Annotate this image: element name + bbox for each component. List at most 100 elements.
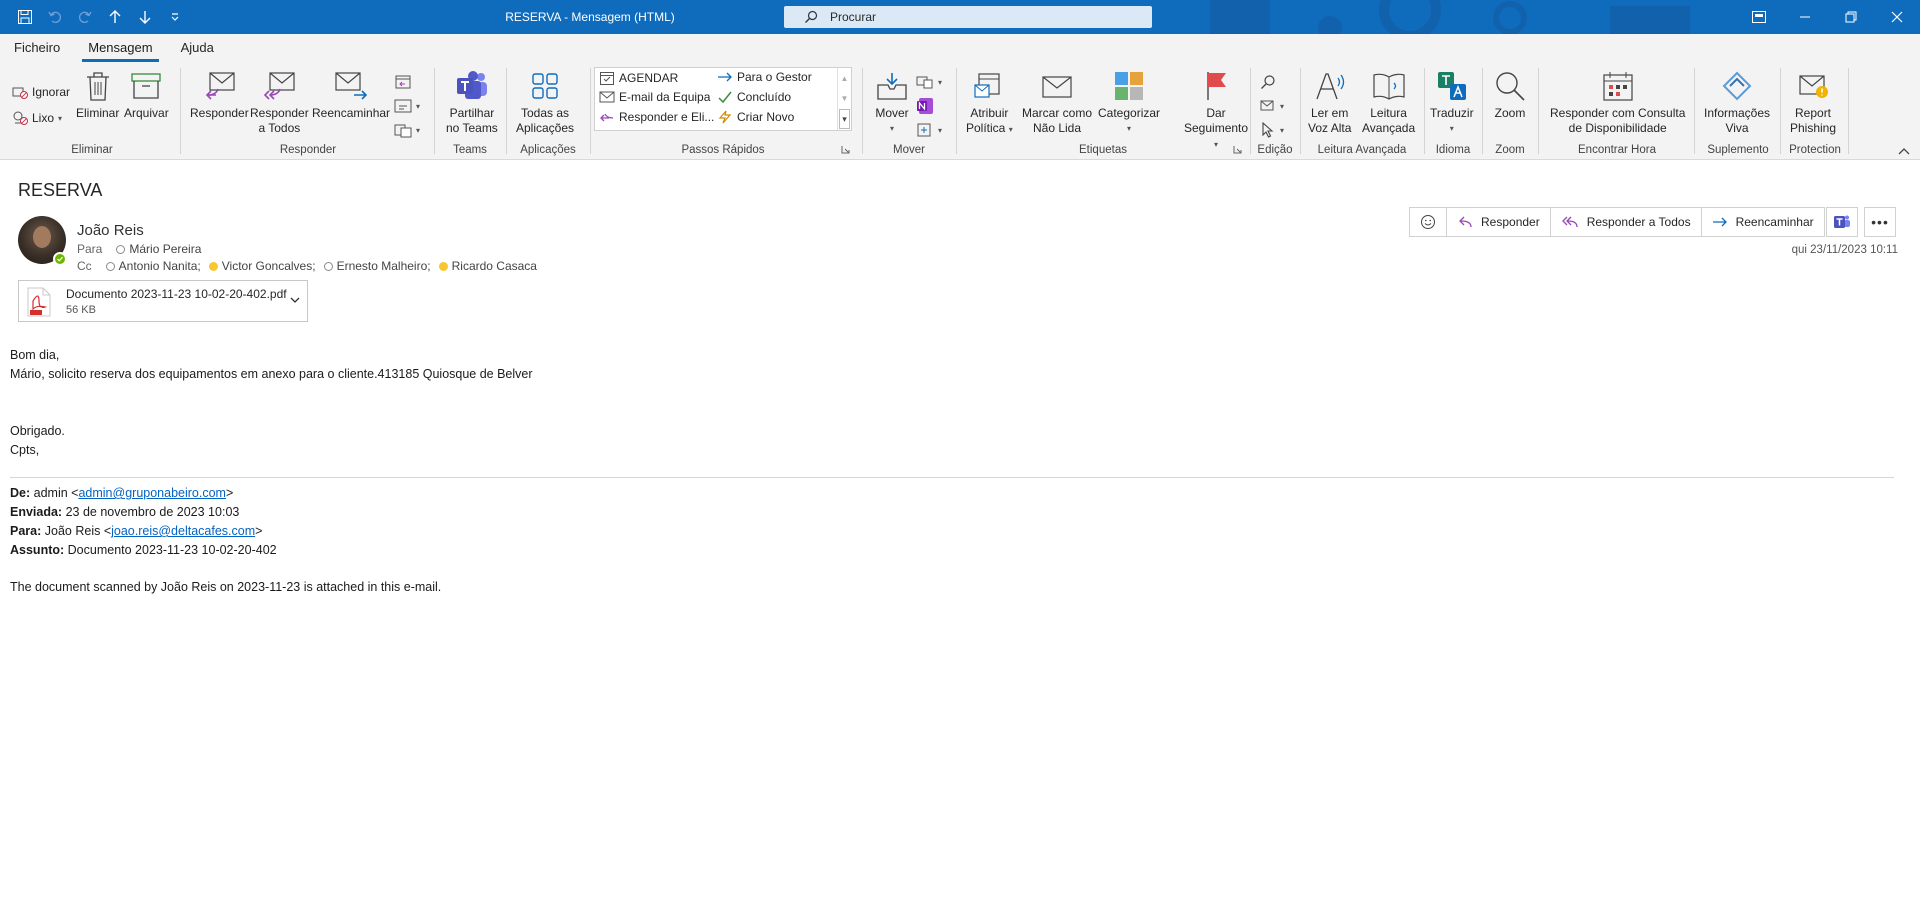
- restore-icon[interactable]: [1828, 0, 1874, 34]
- save-icon[interactable]: [14, 6, 36, 28]
- cursor-icon: [1262, 122, 1274, 138]
- action-forward-button[interactable]: Reencaminhar: [1702, 208, 1824, 236]
- recipient[interactable]: Victor Goncalves;: [222, 259, 316, 273]
- sender-name[interactable]: João Reis: [77, 222, 144, 239]
- group-teams: Partilhar no Teams Teams: [436, 66, 504, 158]
- actions-button[interactable]: ▾: [916, 120, 942, 140]
- to-email-link[interactable]: joao.reis@deltacafes.com: [111, 524, 255, 538]
- more-actions-icon[interactable]: •••: [1864, 207, 1896, 237]
- archive-button[interactable]: Arquivar: [124, 68, 169, 121]
- attachment-card[interactable]: Documento 2023-11-23 10-02-20-402.pdf 56…: [18, 280, 308, 322]
- onenote-button[interactable]: [916, 96, 934, 116]
- reply-with-scheduling-poll-button[interactable]: Responder com Consulta de Disponibilidad…: [1550, 68, 1685, 136]
- move-button[interactable]: Mover ▾: [874, 68, 910, 136]
- reply-button[interactable]: Responder: [190, 68, 249, 121]
- minimize-icon[interactable]: [1782, 0, 1828, 34]
- rules-button[interactable]: ▾: [916, 72, 942, 92]
- attachment-name: Documento 2023-11-23 10-02-20-402.pdf: [66, 287, 287, 301]
- translate-button[interactable]: Traduzir ▾: [1430, 68, 1474, 136]
- message-date: qui 23/11/2023 10:11: [1791, 244, 1898, 256]
- sent-label: Enviada:: [10, 505, 63, 519]
- read-aloud-button[interactable]: Ler em Voz Alta: [1308, 68, 1351, 136]
- from-email-link[interactable]: admin@gruponabeiro.com: [78, 486, 226, 500]
- recipient[interactable]: Mário Pereira: [129, 242, 201, 256]
- close-icon[interactable]: [1874, 0, 1920, 34]
- zoom-button[interactable]: Zoom: [1492, 68, 1528, 121]
- mark-unread-button[interactable]: Marcar como Não Lida: [1022, 68, 1092, 136]
- select-button[interactable]: ▾: [1260, 120, 1284, 140]
- ignore-button[interactable]: Ignorar: [12, 82, 70, 102]
- group-label-aplicacoes: Aplicações: [520, 144, 576, 156]
- dialog-launcher-icon[interactable]: [841, 145, 850, 154]
- categorize-button[interactable]: Categorizar ▾: [1098, 68, 1160, 136]
- subject-label: Assunto:: [10, 543, 65, 557]
- viva-insights-button[interactable]: Informações Viva: [1704, 68, 1770, 136]
- share-to-teams-icon[interactable]: [1826, 207, 1858, 237]
- group-label-eliminar: Eliminar: [71, 144, 113, 156]
- im-reply-button[interactable]: ▾: [394, 96, 420, 116]
- all-apps-button[interactable]: Todas as Aplicações: [516, 68, 574, 136]
- zoom-icon: [1492, 68, 1528, 104]
- report-phishing-button[interactable]: Report Phishing: [1790, 68, 1836, 136]
- group-responder: Responder Responder a Todos Reencaminhar…: [184, 66, 432, 158]
- presence-away-icon: [208, 261, 218, 271]
- tab-mensagem[interactable]: Mensagem: [82, 34, 159, 62]
- chevron-down-icon: ▾: [58, 113, 63, 123]
- follow-up-button[interactable]: Dar Seguimento ▾: [1184, 68, 1248, 152]
- group-eliminar: Ignorar Lixo ▾ Eliminar Arquivar Elimina…: [6, 66, 178, 158]
- tab-ajuda[interactable]: Ajuda: [181, 34, 214, 62]
- search-input[interactable]: Procurar: [784, 6, 1152, 28]
- next-item-icon[interactable]: [134, 6, 156, 28]
- more-respond-button[interactable]: ▾: [394, 120, 420, 140]
- tab-ficheiro[interactable]: Ficheiro: [14, 34, 60, 62]
- reply-icon: [201, 68, 237, 104]
- read-aloud-label-2: Voz Alta: [1308, 121, 1352, 135]
- junk-button[interactable]: Lixo ▾: [12, 108, 62, 128]
- ribbon-display-icon[interactable]: [1736, 0, 1782, 34]
- meeting-reply-button[interactable]: [394, 72, 412, 92]
- onenote-icon: [917, 98, 933, 114]
- recipient[interactable]: Antonio Nanita;: [119, 259, 201, 273]
- title-bar-decoration: [1210, 0, 1690, 34]
- subject-value: Documento 2023-11-23 10-02-20-402: [67, 543, 277, 557]
- action-reply-all-label: Responder a Todos: [1586, 215, 1691, 229]
- message-subject: RESERVA: [18, 180, 103, 200]
- delete-button[interactable]: Eliminar: [76, 68, 119, 121]
- undo-icon[interactable]: [44, 6, 66, 28]
- body-line: Bom dia,: [10, 348, 60, 362]
- group-label-etiquetas: Etiquetas: [1079, 144, 1127, 156]
- delete-label: Eliminar: [76, 106, 120, 120]
- forward-button[interactable]: Reencaminhar: [312, 68, 390, 121]
- ribbon-separator: [590, 68, 591, 154]
- from-label: De:: [10, 486, 31, 500]
- body-line: Mário, solicito reserva dos equipamentos…: [10, 367, 533, 381]
- recipient[interactable]: Ricardo Casaca: [452, 259, 537, 273]
- collapse-ribbon-icon[interactable]: [1898, 147, 1910, 155]
- recipient[interactable]: Ernesto Malheiro;: [337, 259, 431, 273]
- assign-policy-button[interactable]: Atribuir Política ▾: [966, 68, 1013, 137]
- report-phishing-icon: [1795, 68, 1831, 104]
- share-to-teams-button[interactable]: Partilhar no Teams: [446, 68, 498, 136]
- action-reply-button[interactable]: Responder: [1447, 208, 1551, 236]
- group-leitura-avancada: Ler em Voz Alta Leitura Avançada Leitura…: [1302, 66, 1422, 158]
- attachment-menu-chevron-icon[interactable]: [289, 294, 301, 306]
- action-reply-all-button[interactable]: Responder a Todos: [1551, 208, 1702, 236]
- redo-icon[interactable]: [74, 6, 96, 28]
- reply-label: Responder: [190, 106, 249, 120]
- ribbon-separator: [956, 68, 957, 154]
- meeting-reply-icon: [395, 75, 411, 89]
- immersive-reader-button[interactable]: Leitura Avançada: [1362, 68, 1415, 136]
- group-protection: Report Phishing Protection: [1782, 66, 1848, 158]
- customize-toolbar-icon[interactable]: [164, 6, 186, 28]
- to-label: Para: [77, 242, 103, 256]
- message-body: Bom dia, Mário, solicito reserva dos equ…: [10, 346, 533, 460]
- previous-item-icon[interactable]: [104, 6, 126, 28]
- dialog-launcher-icon[interactable]: [1233, 145, 1242, 154]
- related-button[interactable]: ▾: [1260, 96, 1284, 116]
- group-label-passos-rapidos: Passos Rápidos: [681, 144, 765, 156]
- find-button[interactable]: [1260, 72, 1276, 92]
- chevron-down-icon: ▾: [1280, 101, 1285, 111]
- pdf-icon: [27, 287, 51, 317]
- emoji-reaction-button[interactable]: [1410, 208, 1447, 236]
- reply-all-button[interactable]: Responder a Todos: [250, 68, 309, 136]
